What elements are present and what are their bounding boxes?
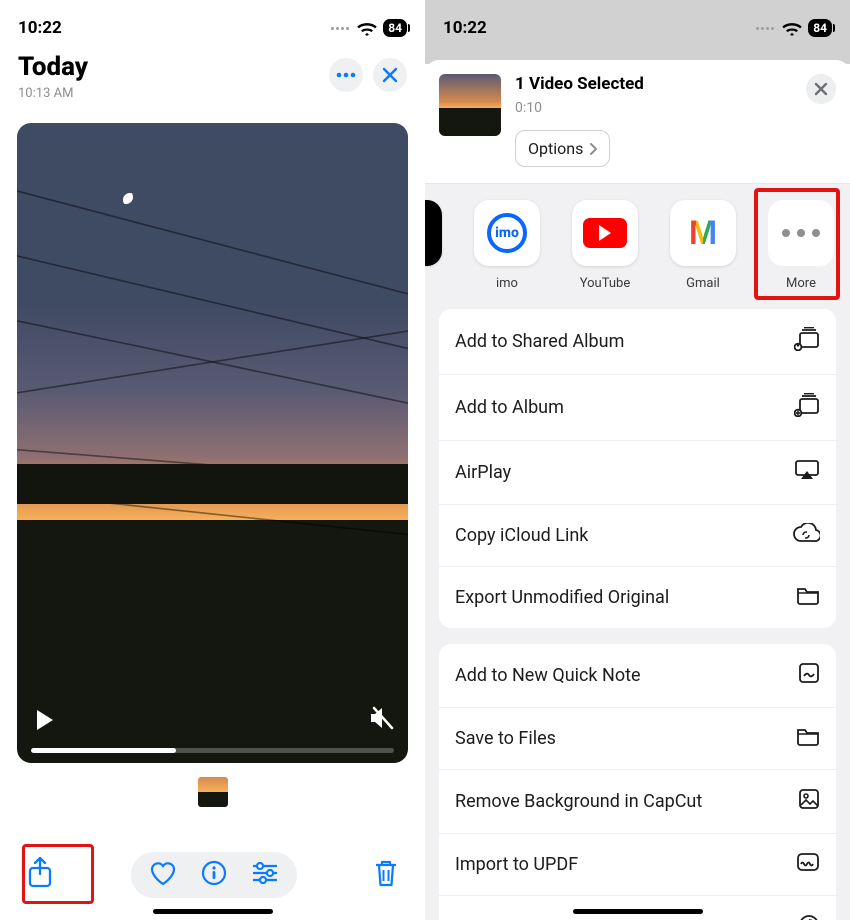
actions-group-1: Add to Shared Album Add to Album AirPlay [439, 309, 836, 628]
video-preview[interactable] [17, 123, 408, 763]
action-copy-icloud-link[interactable]: Copy iCloud Link [439, 504, 836, 566]
app-item-youtube[interactable]: YouTube [569, 200, 641, 291]
info-button[interactable] [201, 860, 227, 890]
actions-group-2: Add to New Quick Note Save to Files Remo… [439, 644, 836, 920]
action-add-album[interactable]: Add to Album [439, 374, 836, 440]
options-button[interactable]: Options [515, 130, 610, 167]
action-label: Copy iCloud Link [455, 525, 588, 546]
quick-note-icon [798, 662, 820, 689]
action-label: Remove Background in CapCut [455, 791, 702, 812]
action-label: Add to New Quick Note [455, 665, 641, 686]
play-button[interactable] [37, 710, 53, 730]
more-button[interactable] [329, 58, 363, 92]
selection-duration: 0:10 [515, 100, 644, 116]
action-label: Import to UPDF [455, 854, 578, 875]
battery-icon: 84 [383, 19, 407, 37]
action-label: AirPlay [455, 462, 511, 483]
battery-icon: 84 [808, 19, 832, 37]
cellular-placeholder-icon [331, 27, 349, 30]
thumbnail[interactable] [198, 777, 228, 807]
wifi-icon [782, 21, 802, 36]
share-sheet-header: 1 Video Selected 0:10 Options [425, 60, 850, 184]
clock: 10:22 [443, 18, 487, 38]
adjust-button[interactable] [251, 862, 279, 888]
share-apps-row[interactable]: k imo imo YouTube M Gmail More [425, 184, 850, 309]
mute-button[interactable] [368, 706, 394, 734]
close-button[interactable] [806, 74, 836, 104]
share-button[interactable] [26, 856, 54, 894]
delete-button[interactable] [373, 858, 399, 892]
home-indicator[interactable] [153, 909, 273, 914]
action-save-files[interactable]: Save to Files [439, 707, 836, 769]
app-item-gmail[interactable]: M Gmail [667, 200, 739, 291]
share-sheet-screen: 10:22 84 1 Video Selected 0:10 Options [425, 0, 850, 920]
action-label: Add to Album [455, 397, 564, 418]
folder-icon [796, 726, 820, 751]
app-label: YouTube [580, 276, 631, 291]
cellular-placeholder-icon [756, 27, 774, 30]
selection-title: 1 Video Selected [515, 74, 644, 94]
page-title: Today [18, 52, 88, 82]
header: Today 10:13 AM [0, 46, 425, 101]
gmail-icon: M [670, 200, 736, 266]
actions-list: Add to Shared Album Add to Album AirPlay [425, 309, 850, 920]
youtube-icon [572, 200, 638, 266]
action-export-unmodified[interactable]: Export Unmodified Original [439, 566, 836, 628]
power-lines-decoration [17, 123, 408, 763]
options-label: Options [528, 139, 583, 158]
action-import-updf[interactable]: Import to UPDF [439, 833, 836, 895]
tiktok-icon [425, 200, 442, 266]
highlight-more-button [754, 188, 840, 300]
home-indicator[interactable] [573, 909, 703, 914]
thumbnail-strip[interactable] [0, 777, 425, 807]
photos-detail-screen: 10:22 84 Today 10:13 AM [0, 0, 425, 920]
chevron-right-icon [589, 143, 597, 155]
shared-album-icon [794, 327, 820, 356]
app-label: imo [496, 276, 518, 291]
status-bar: 10:22 84 [0, 0, 425, 46]
action-add-shared-album[interactable]: Add to Shared Album [439, 309, 836, 374]
status-bar: 10:22 84 [425, 0, 850, 46]
treeline-decoration [17, 464, 408, 504]
airplay-icon [794, 459, 820, 486]
action-label: Save to Files [455, 728, 556, 749]
imo-icon: imo [474, 200, 540, 266]
image-icon [798, 788, 820, 815]
action-airplay[interactable]: AirPlay [439, 440, 836, 504]
toolbar-center-group [131, 852, 297, 898]
close-button[interactable] [373, 58, 407, 92]
action-save-pinterest[interactable]: Save to Pinterest [439, 895, 836, 920]
updf-icon [796, 852, 820, 877]
progress-bar[interactable] [31, 748, 394, 753]
icloud-link-icon [792, 523, 820, 548]
selection-thumbnail [439, 74, 501, 136]
clock: 10:22 [18, 18, 62, 38]
action-quick-note[interactable]: Add to New Quick Note [439, 644, 836, 707]
share-sheet: 1 Video Selected 0:10 Options k [425, 60, 850, 920]
video-controls [17, 694, 408, 763]
wifi-icon [357, 21, 377, 36]
pinterest-icon [798, 914, 820, 920]
action-label: Export Unmodified Original [455, 587, 669, 608]
timestamp: 10:13 AM [18, 86, 88, 101]
action-label: Add to Shared Album [455, 331, 624, 352]
status-icons: 84 [756, 19, 832, 37]
folder-icon [796, 585, 820, 610]
app-item-imo[interactable]: imo imo [471, 200, 543, 291]
app-label: Gmail [686, 276, 720, 291]
app-item-tiktok[interactable]: k [425, 200, 445, 291]
action-remove-bg-capcut[interactable]: Remove Background in CapCut [439, 769, 836, 833]
status-icons: 84 [331, 19, 407, 37]
album-plus-icon [794, 393, 820, 422]
favorite-button[interactable] [149, 860, 177, 890]
